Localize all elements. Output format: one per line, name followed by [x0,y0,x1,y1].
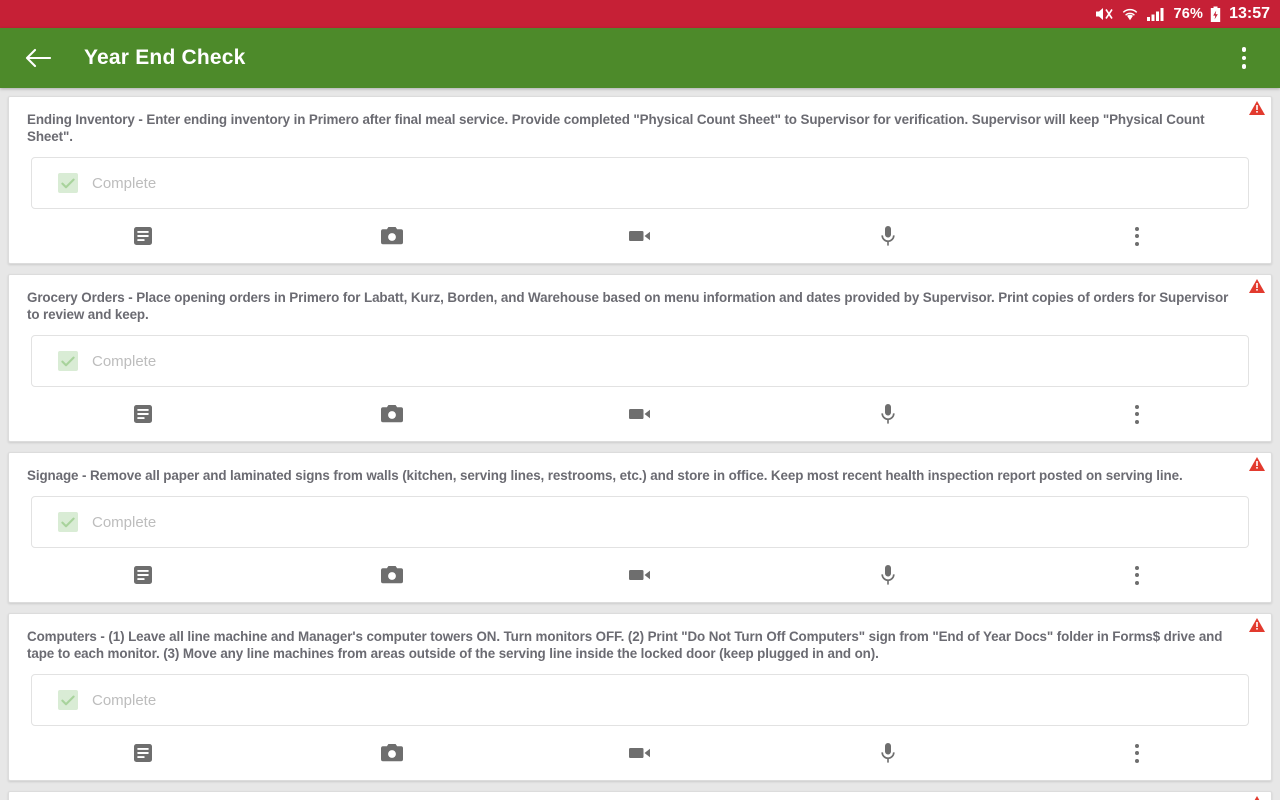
complete-label: Complete [92,691,157,709]
video-button[interactable] [516,726,764,780]
action-row [19,548,1261,602]
warning-icon[interactable] [1249,618,1265,632]
video-button[interactable] [516,387,764,441]
checklist-card: TVs - Turn the power OFF on each tv moni… [8,791,1272,800]
complete-checkbox[interactable] [58,173,78,193]
camera-icon [380,404,404,424]
checklist-scroll-area[interactable]: Ending Inventory - Enter ending inventor… [0,88,1280,800]
note-icon [133,404,153,424]
overflow-menu-icon [1134,404,1139,424]
action-row [19,209,1261,263]
checklist-item-title: Signage - Remove all paper and laminated… [27,468,1183,483]
video-button[interactable] [516,548,764,602]
page-title: Year End Check [84,46,246,69]
camera-icon [380,565,404,585]
video-icon [628,745,652,761]
microphone-button[interactable] [764,726,1012,780]
checklist-item-title: Ending Inventory - Enter ending inventor… [27,112,1205,144]
warning-icon[interactable] [1249,457,1265,471]
status-clock: 13:57 [1229,5,1270,22]
checklist-card: Ending Inventory - Enter ending inventor… [8,96,1272,264]
camera-button[interactable] [267,726,515,780]
microphone-button[interactable] [764,209,1012,263]
checklist-item-title: Grocery Orders - Place opening orders in… [27,290,1229,322]
checklist-item-title: Computers - (1) Leave all line machine a… [27,629,1223,661]
overflow-menu-icon [1134,565,1139,585]
overflow-dot [1241,55,1247,61]
mute-icon [1094,6,1114,22]
signal-icon [1146,6,1166,22]
complete-checkbox[interactable] [58,512,78,532]
microphone-icon [880,403,896,425]
note-button[interactable] [19,726,267,780]
item-overflow-button[interactable] [1013,209,1261,263]
item-overflow-button[interactable] [1013,726,1261,780]
camera-button[interactable] [267,548,515,602]
microphone-icon [880,225,896,247]
overflow-dot [1241,47,1247,52]
battery-icon [1210,6,1221,23]
warning-icon[interactable] [1249,279,1265,293]
video-icon [628,406,652,422]
video-button[interactable] [516,209,764,263]
action-row [19,387,1261,441]
checklist-card: Computers - (1) Leave all line machine a… [8,613,1272,781]
camera-icon [380,226,404,246]
warning-icon[interactable] [1249,796,1265,800]
complete-label: Complete [92,174,157,192]
microphone-button[interactable] [764,548,1012,602]
note-icon [133,226,153,246]
complete-checkbox[interactable] [58,690,78,710]
appbar-overflow-button[interactable] [1222,34,1266,82]
note-icon [133,743,153,763]
complete-field[interactable]: Complete [31,674,1249,726]
wifi-icon [1121,6,1139,22]
note-icon [133,565,153,585]
camera-button[interactable] [267,209,515,263]
complete-label: Complete [92,513,157,531]
video-icon [628,567,652,583]
complete-field[interactable]: Complete [31,496,1249,548]
back-arrow-icon [25,47,51,69]
status-bar: 76% 13:57 [0,0,1280,28]
back-button[interactable] [14,34,62,82]
camera-button[interactable] [267,387,515,441]
microphone-button[interactable] [764,387,1012,441]
complete-label: Complete [92,352,157,370]
note-button[interactable] [19,387,267,441]
video-icon [628,228,652,244]
complete-field[interactable]: Complete [31,157,1249,209]
complete-checkbox[interactable] [58,351,78,371]
warning-icon[interactable] [1249,101,1265,115]
overflow-menu-icon [1134,743,1139,763]
item-overflow-button[interactable] [1013,548,1261,602]
microphone-icon [880,742,896,764]
overflow-dot [1241,64,1247,69]
item-overflow-button[interactable] [1013,387,1261,441]
overflow-menu-icon [1134,226,1139,246]
checklist-card: Grocery Orders - Place opening orders in… [8,274,1272,442]
complete-field[interactable]: Complete [31,335,1249,387]
microphone-icon [880,564,896,586]
battery-percent: 76% [1173,6,1204,22]
app-bar: Year End Check [0,28,1280,88]
note-button[interactable] [19,548,267,602]
checklist-card: Signage - Remove all paper and laminated… [8,452,1272,603]
camera-icon [380,743,404,763]
note-button[interactable] [19,209,267,263]
action-row [19,726,1261,780]
